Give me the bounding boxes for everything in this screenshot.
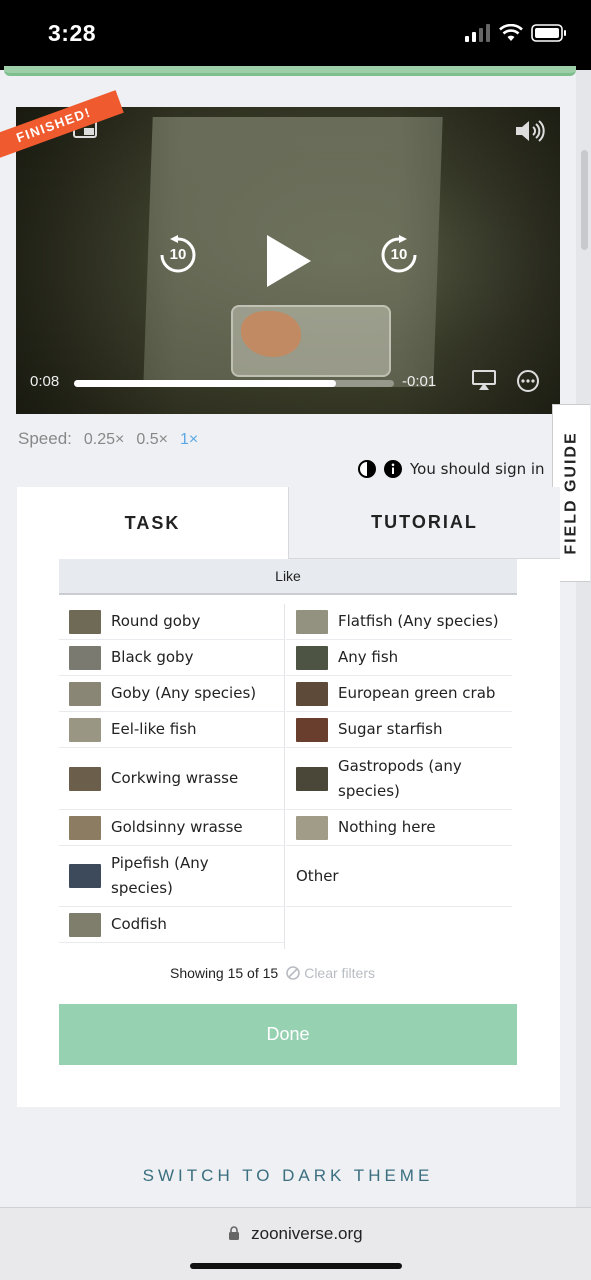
progress-strip (4, 66, 576, 76)
url-text: zooniverse.org (251, 1224, 363, 1243)
clear-filters-label: Clear filters (304, 965, 375, 981)
species-thumbnail (296, 681, 328, 706)
browser-url-bar[interactable]: zooniverse.org (0, 1207, 591, 1280)
clear-filters-icon (286, 966, 301, 980)
species-option[interactable]: Any fish (286, 640, 512, 676)
field-guide-label: FIELD GUIDE (562, 431, 580, 555)
species-label: Any fish (338, 648, 399, 666)
rewind-label: 10 (169, 246, 187, 263)
video-player[interactable]: 10 10 0:08 -0:01 (16, 107, 560, 414)
remaining-time: -0:01 (402, 373, 437, 390)
current-time: 0:08 (30, 373, 60, 390)
speed-label: Speed: (18, 429, 72, 448)
species-label: Black goby (111, 648, 194, 666)
status-icons (465, 24, 567, 42)
sign-in-notice-row: You should sign in (358, 460, 552, 478)
species-label: Round goby (111, 612, 201, 630)
switch-dark-theme-button[interactable]: SWITCH TO DARK THEME (0, 1166, 576, 1186)
airplay-icon[interactable] (471, 369, 497, 391)
species-column-left: Round goby Black goby Goby (Any species) Ee… (59, 604, 285, 949)
species-thumbnail (69, 609, 101, 634)
scrubber[interactable] (74, 380, 394, 387)
showing-count: Showing 15 of 15 (170, 965, 279, 981)
scrollbar-thumb[interactable] (581, 150, 588, 250)
url-display: zooniverse.org (0, 1224, 591, 1244)
species-option[interactable]: Goby (Any species) (59, 676, 284, 712)
task-tabs: TASK TUTORIAL (17, 487, 560, 559)
species-label: Sugar starfish (338, 720, 443, 738)
species-column-right: Flatfish (Any species) Any fish European g… (286, 604, 512, 907)
species-option[interactable]: Flatfish (Any species) (286, 604, 512, 640)
species-label: Flatfish (Any species) (338, 612, 499, 630)
info-icon[interactable] (384, 460, 402, 478)
play-icon[interactable] (263, 233, 315, 289)
species-option[interactable]: Black goby (59, 640, 284, 676)
scrubber-fill (74, 380, 337, 387)
species-option[interactable]: Nothing here (286, 810, 512, 846)
speed-option-1[interactable]: 1× (180, 431, 198, 449)
species-thumbnail (296, 717, 328, 742)
species-thumbnail (69, 864, 101, 888)
species-label: European green crab (338, 684, 496, 702)
species-option[interactable]: Other (286, 846, 512, 907)
species-option[interactable]: Round goby (59, 604, 284, 640)
signal-icon (465, 24, 490, 42)
speed-selector: Speed: 0.25× 0.5× 1× (18, 429, 198, 449)
species-thumbnail (296, 645, 328, 670)
more-options-icon[interactable] (516, 369, 540, 393)
task-card: TASK TUTORIAL Like Round goby Black goby G… (17, 487, 560, 1107)
species-thumbnail (69, 645, 101, 670)
forward-10-button[interactable]: 10 (379, 235, 419, 275)
species-thumbnail (296, 609, 328, 634)
species-label: Corkwing wrasse (111, 769, 239, 787)
battery-icon (531, 24, 566, 42)
species-label: Codfish (111, 915, 167, 933)
species-label: Nothing here (338, 818, 436, 836)
species-option[interactable]: Eel-like fish (59, 712, 284, 748)
species-label: Other (296, 866, 339, 885)
results-row: Showing 15 of 15 Clear filters (170, 965, 375, 981)
species-label: Goldsinny wrasse (111, 818, 243, 836)
home-indicator (190, 1263, 402, 1269)
done-button[interactable]: Done (59, 1004, 517, 1065)
species-option[interactable]: Sugar starfish (286, 712, 512, 748)
speed-option-0.5[interactable]: 0.5× (136, 431, 168, 449)
forward-label: 10 (390, 246, 408, 263)
species-label: Goby (Any species) (111, 684, 257, 702)
status-time: 3:28 (48, 20, 97, 46)
species-option[interactable]: Gastropods (any species) (286, 748, 512, 810)
species-option[interactable]: European green crab (286, 676, 512, 712)
species-option[interactable]: Pipefish (Any species) (59, 846, 284, 907)
tab-task[interactable]: TASK (17, 487, 288, 559)
lock-icon (229, 1226, 240, 1240)
scrollbar-track[interactable] (576, 70, 591, 1210)
clear-filters-button[interactable]: Clear filters (286, 965, 375, 981)
status-bar: 3:28 (0, 0, 591, 70)
species-option[interactable]: Corkwing wrasse (59, 748, 284, 810)
species-label: Gastropods (any species) (338, 756, 462, 800)
species-thumbnail (296, 815, 328, 840)
species-thumbnail (296, 766, 328, 791)
species-label: Pipefish (Any species) (111, 854, 209, 897)
contrast-icon[interactable] (358, 460, 376, 478)
species-thumbnail (69, 815, 101, 840)
species-option[interactable]: Codfish (59, 907, 284, 943)
species-thumbnail (69, 912, 101, 937)
rewind-10-button[interactable]: 10 (158, 235, 198, 275)
filter-like-button[interactable]: Like (59, 559, 517, 595)
species-option[interactable]: Goldsinny wrasse (59, 810, 284, 846)
species-label: Eel-like fish (111, 720, 197, 738)
sign-in-notice[interactable]: You should sign in (410, 460, 545, 478)
wifi-icon (499, 24, 523, 41)
species-thumbnail (69, 766, 101, 791)
tab-tutorial[interactable]: TUTORIAL (288, 487, 560, 559)
speed-option-0.25[interactable]: 0.25× (84, 431, 124, 449)
volume-icon[interactable] (514, 119, 548, 143)
species-thumbnail (69, 681, 101, 706)
species-thumbnail (69, 717, 101, 742)
